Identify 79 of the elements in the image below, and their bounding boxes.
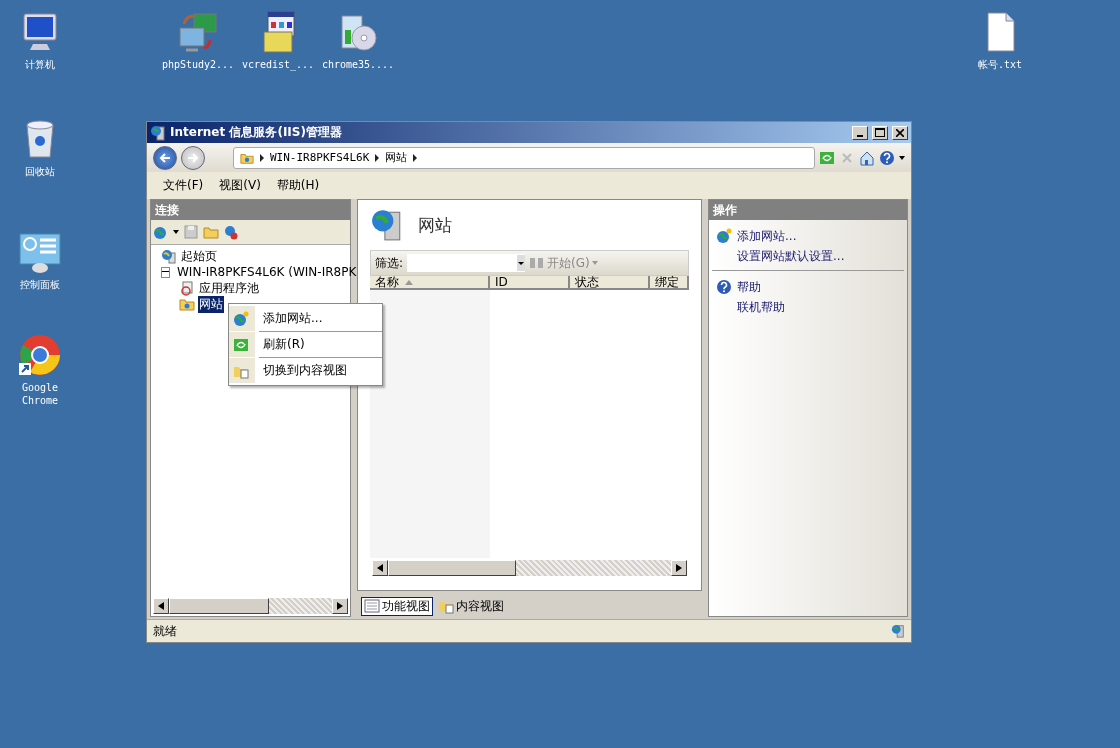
horizontal-scrollbar[interactable]: [372, 560, 687, 576]
menu-item[interactable]: 帮助(H): [276, 177, 320, 194]
breadcrumb[interactable]: WIN-IR8PKFS4L6K: [270, 151, 370, 164]
help-icon: [716, 279, 732, 295]
horizontal-scrollbar[interactable]: [153, 598, 348, 614]
refresh-icon: [819, 149, 835, 166]
forward-arrow-icon: [187, 151, 199, 164]
breadcrumb[interactable]: 网站: [385, 150, 408, 165]
globe-icon: [153, 224, 169, 240]
action-link[interactable]: 帮助: [737, 278, 761, 296]
back-button[interactable]: [153, 145, 177, 170]
desktop-icon-label[interactable]: phpStudy2...: [160, 58, 236, 71]
feature-view-icon: [364, 598, 380, 614]
desktop-icon-label[interactable]: 回收站: [2, 165, 78, 178]
dropdown-caret-icon: [517, 255, 526, 271]
minimize-button[interactable]: [852, 125, 868, 140]
server-icon: [150, 124, 166, 141]
tree-item[interactable]: WIN-IR8PKFS4L6K (WIN-IR8PK: [176, 265, 358, 279]
context-menu-item[interactable]: 添加网站...: [229, 306, 382, 331]
desktop-icon-label[interactable]: 帐号.txt: [962, 58, 1038, 71]
desktop-icon-label[interactable]: 控制面板: [2, 278, 78, 291]
browser-logo-icon: [18, 333, 62, 377]
page-title: 网站: [418, 213, 452, 237]
save-icon: [183, 224, 199, 240]
refresh-icon: [233, 336, 249, 353]
window-title: Internet 信息服务(IIS)管理器: [170, 124, 343, 141]
right-arrow-icon: [676, 564, 682, 572]
menu-item[interactable]: 视图(V): [219, 177, 261, 194]
action-link[interactable]: 添加网站...: [737, 227, 797, 245]
back-arrow-icon: [159, 151, 171, 164]
action-link[interactable]: 设置网站默认设置...: [737, 247, 845, 265]
column-header[interactable]: ID: [490, 276, 570, 290]
right-arrow-icon: [337, 602, 343, 610]
app-pool-icon: [179, 280, 195, 296]
globe-icon: [233, 310, 249, 327]
dropdown-caret-icon[interactable]: [899, 155, 905, 160]
desktop-icon-label[interactable]: chrome35....: [320, 58, 396, 71]
column-header[interactable]: 绑定: [650, 276, 689, 290]
control-panel-icon: [18, 230, 62, 274]
filter-label: 筛选:: [375, 254, 404, 272]
server-icon: [891, 624, 905, 638]
status-text: 就绪: [153, 622, 177, 640]
folder-icon: [203, 224, 219, 240]
left-arrow-icon: [158, 602, 164, 610]
column-header[interactable]: 状态: [570, 276, 650, 290]
tree-item[interactable]: 应用程序池: [198, 279, 260, 297]
left-arrow-icon: [377, 564, 383, 572]
close-icon: [896, 128, 904, 137]
view-tab[interactable]: 功能视图: [361, 596, 433, 616]
menu-item[interactable]: 文件(F): [163, 177, 204, 194]
panel-title: 操作: [713, 201, 737, 219]
maximize-icon: [875, 128, 885, 137]
view-tab[interactable]: 内容视图: [435, 596, 507, 616]
minimize-icon: [857, 134, 863, 137]
globe-icon: [716, 228, 732, 244]
sort-arrow-icon: [405, 279, 413, 285]
monitors-icon: [176, 10, 220, 54]
folder-icon: [179, 296, 195, 312]
dropdown-caret-icon[interactable]: [173, 230, 179, 234]
forward-button[interactable]: [181, 145, 205, 170]
server-globe-icon: [161, 248, 177, 264]
dropdown-caret-icon: [591, 261, 598, 265]
collapse-toggle[interactable]: [161, 266, 170, 278]
panel-title: 连接: [155, 201, 179, 219]
address-bar[interactable]: WIN-IR8PKFS4L6K 网站: [233, 146, 815, 169]
action-link[interactable]: 联机帮助: [737, 298, 785, 316]
desktop-icon-label[interactable]: Google Chrome: [2, 381, 78, 407]
help-icon: [879, 149, 895, 166]
context-menu-item[interactable]: 切换到内容视图: [229, 358, 382, 383]
filter-field[interactable]: [407, 254, 526, 272]
desktop-icon-label[interactable]: vcredist_...: [240, 58, 316, 71]
maximize-button[interactable]: [872, 125, 888, 140]
context-menu-item[interactable]: 刷新(R): [229, 332, 382, 357]
tree-item[interactable]: 起始页: [180, 247, 218, 265]
close-button[interactable]: [892, 125, 908, 140]
tree-item[interactable]: 网站: [198, 295, 224, 313]
column-header[interactable]: 名称: [370, 276, 490, 290]
desktop-icon-label[interactable]: 计算机: [2, 58, 78, 71]
home-icon: [859, 149, 875, 166]
